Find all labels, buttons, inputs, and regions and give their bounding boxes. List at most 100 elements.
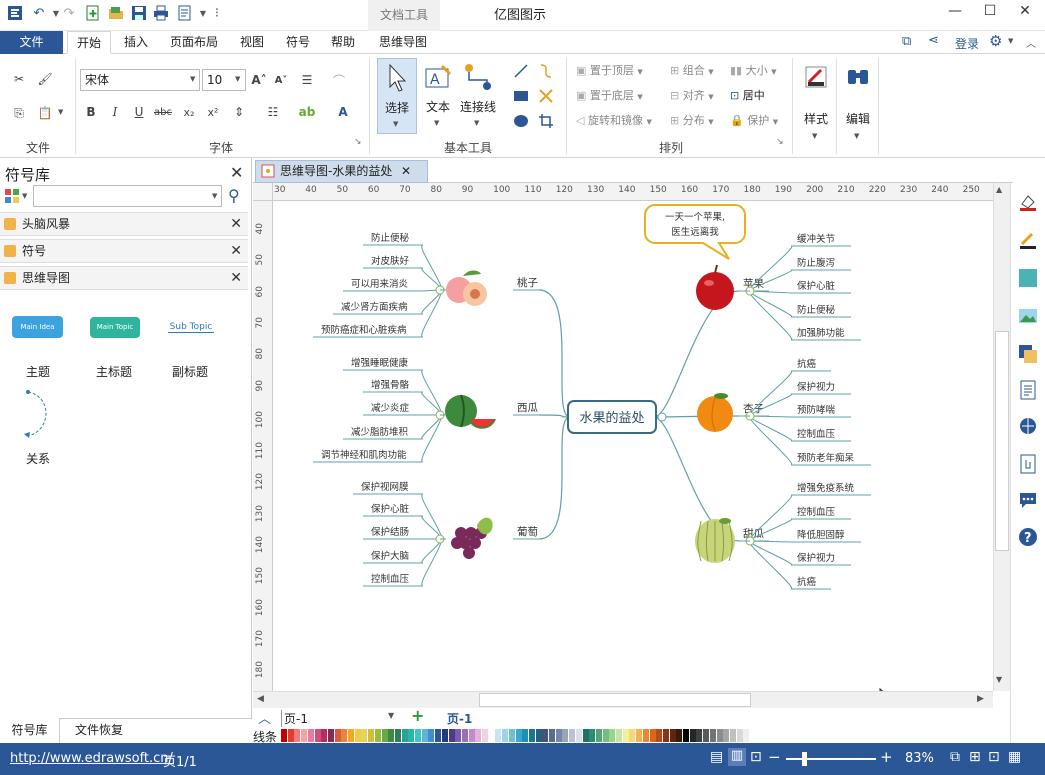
page-list-toggle-icon[interactable]: ︿: [258, 708, 271, 727]
paste-dropdown-icon[interactable]: ▼: [58, 108, 63, 116]
color-swatch[interactable]: [542, 729, 549, 742]
distribute-button[interactable]: ⊞ 分布 ▼: [670, 110, 714, 132]
collapse-ribbon-icon[interactable]: ︿: [1026, 35, 1036, 50]
color-swatch[interactable]: [662, 729, 669, 742]
underline-icon[interactable]: U: [130, 103, 148, 121]
color-swatch[interactable]: [348, 729, 354, 742]
line-shape-icon[interactable]: [512, 62, 530, 80]
color-swatch[interactable]: [649, 729, 656, 742]
scroll-down-icon[interactable]: ▼: [996, 675, 1002, 684]
color-swatch[interactable]: [729, 729, 736, 742]
color-swatch[interactable]: [522, 729, 529, 742]
send-to-back-button[interactable]: ▣ 置于底层 ▼: [576, 85, 643, 107]
settings-gear-icon[interactable]: ⚙: [989, 32, 1002, 50]
scroll-right-icon[interactable]: ▶: [977, 694, 984, 704]
color-swatch[interactable]: [595, 729, 602, 742]
tab-help[interactable]: 帮助: [325, 31, 361, 54]
color-swatch[interactable]: [374, 729, 381, 742]
save-icon[interactable]: [130, 4, 148, 22]
page-properties-icon[interactable]: [1016, 378, 1040, 402]
color-swatch[interactable]: [743, 729, 750, 742]
protect-button[interactable]: 🔒 保护 ▼: [730, 110, 778, 132]
color-swatch[interactable]: [455, 729, 462, 742]
search-dropdown-icon[interactable]: ▼: [212, 192, 217, 200]
layers-icon[interactable]: [1016, 342, 1040, 366]
font-name-dropdown-icon[interactable]: ▼: [190, 75, 195, 83]
login-link[interactable]: 登录: [955, 35, 979, 52]
tab-mindmap[interactable]: 思维导图: [372, 31, 434, 54]
document-tab[interactable]: 思维导图-水果的益处 ✕: [255, 160, 428, 183]
bold-icon[interactable]: B: [82, 103, 100, 121]
italic-icon[interactable]: I: [106, 103, 124, 121]
color-swatch[interactable]: [468, 729, 475, 742]
color-swatch[interactable]: [589, 729, 596, 742]
rectangle-shape-icon[interactable]: [512, 87, 530, 105]
text-wrap-icon[interactable]: ⌒: [330, 71, 348, 89]
color-swatch[interactable]: [301, 729, 308, 742]
share-screen-icon[interactable]: ⧉: [902, 34, 920, 50]
view-normal-icon[interactable]: ▤: [710, 749, 723, 765]
mindmap-diagram[interactable]: 水果的益处桃子防止便秘对皮肤好可以用来消炎减少肾方面疾病预防癌症和心脏疾病西瓜增…: [273, 201, 993, 691]
paste-icon[interactable]: 📋: [36, 104, 54, 122]
zoom-level[interactable]: 83%: [905, 751, 934, 766]
customize-toolbar-icon[interactable]: ⁝: [208, 4, 226, 22]
library-item-mindmap[interactable]: 思维导图 ✕: [0, 266, 248, 290]
color-swatch[interactable]: [616, 729, 622, 742]
library-item-symbols[interactable]: 符号 ✕: [0, 239, 248, 263]
strikethrough-icon[interactable]: abc: [154, 103, 172, 121]
page-selector[interactable]: 页-1: [281, 710, 308, 727]
scroll-up-icon[interactable]: ▲: [996, 185, 1002, 194]
color-swatch[interactable]: [327, 729, 334, 742]
color-swatch[interactable]: [642, 729, 649, 742]
crop-icon[interactable]: [537, 112, 555, 130]
tab-home[interactable]: 开始: [67, 31, 111, 54]
color-swatch[interactable]: [394, 729, 401, 742]
add-page-icon[interactable]: +: [411, 706, 424, 725]
color-swatch[interactable]: [723, 729, 730, 742]
color-swatch[interactable]: [435, 729, 442, 742]
image-icon[interactable]: [1016, 304, 1040, 328]
grow-font-icon[interactable]: A˄: [250, 71, 268, 89]
copy-icon[interactable]: ⎘: [10, 104, 28, 122]
minimize-button[interactable]: —: [938, 0, 972, 24]
color-swatch[interactable]: [515, 729, 522, 742]
color-swatch[interactable]: [502, 729, 509, 742]
bullet-list-icon[interactable]: ☷: [264, 103, 282, 121]
tab-page-layout[interactable]: 页面布局: [164, 31, 224, 54]
color-swatch[interactable]: [549, 729, 555, 742]
fill-style-icon[interactable]: [1016, 190, 1040, 214]
hyperlink-icon[interactable]: [1016, 414, 1040, 438]
align-button[interactable]: ⊟ 对齐 ▼: [670, 85, 714, 107]
color-swatch[interactable]: [448, 729, 455, 742]
curve-shape-icon[interactable]: [537, 62, 555, 80]
new-file-icon[interactable]: [84, 4, 102, 22]
vertical-scroll-thumb[interactable]: [995, 331, 1009, 551]
cross-shape-icon[interactable]: [537, 87, 555, 105]
bring-to-front-button[interactable]: ▣ 置于顶层 ▼: [576, 60, 643, 82]
theme-color-icon[interactable]: [1016, 266, 1040, 290]
remove-library-icon[interactable]: ✕: [230, 267, 242, 289]
tab-insert[interactable]: 插入: [116, 31, 156, 54]
zoom-slider-track[interactable]: [786, 758, 876, 760]
color-swatch[interactable]: [535, 729, 542, 742]
color-swatch[interactable]: [314, 729, 321, 742]
print-icon[interactable]: [152, 4, 170, 22]
color-swatch[interactable]: [441, 729, 448, 742]
tab-file[interactable]: 文件: [0, 31, 63, 54]
color-swatch[interactable]: [495, 729, 502, 742]
help-icon[interactable]: ?: [1016, 525, 1040, 549]
scroll-left-icon[interactable]: ◀: [257, 694, 264, 704]
color-swatch[interactable]: [508, 729, 515, 742]
color-swatch[interactable]: [629, 729, 636, 742]
font-name-select[interactable]: 宋体: [80, 69, 200, 91]
library-item-brainstorm[interactable]: 头脑风暴 ✕: [0, 212, 248, 236]
maximize-button[interactable]: ☐: [973, 0, 1007, 24]
color-swatch[interactable]: [582, 729, 589, 742]
color-swatch[interactable]: [696, 729, 703, 742]
active-page-tab[interactable]: 页-1: [447, 710, 472, 727]
open-file-icon[interactable]: [107, 4, 125, 22]
color-swatch[interactable]: [676, 729, 683, 742]
format-painter-icon[interactable]: ✂: [10, 70, 28, 88]
font-color-icon[interactable]: A: [334, 103, 352, 121]
export-icon[interactable]: [176, 4, 194, 22]
